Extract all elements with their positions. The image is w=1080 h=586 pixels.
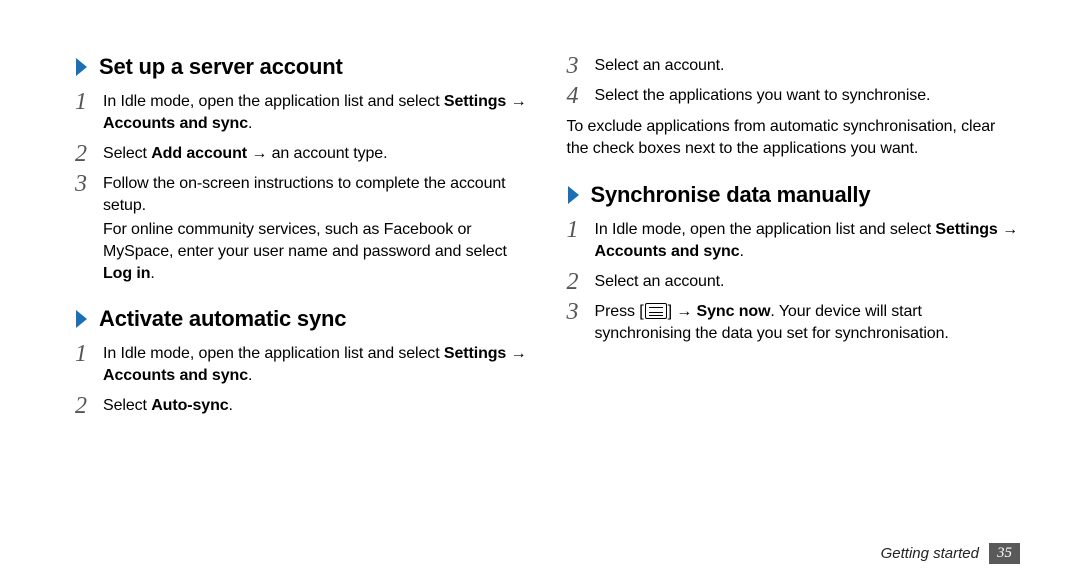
step-body: In Idle mode, open the application list … bbox=[103, 341, 529, 389]
heading-text: Synchronise data manually bbox=[591, 182, 871, 208]
step-number: 3 bbox=[75, 171, 103, 197]
step-number: 3 bbox=[567, 299, 595, 325]
step: 1 In Idle mode, open the application lis… bbox=[75, 89, 529, 137]
step-body: In Idle mode, open the application list … bbox=[595, 217, 1021, 265]
step-body: In Idle mode, open the application list … bbox=[103, 89, 529, 137]
step-number: 2 bbox=[75, 393, 103, 419]
page-footer: Getting started 35 bbox=[881, 543, 1020, 564]
step: 3 Select an account. bbox=[567, 53, 1021, 79]
menu-button-icon bbox=[645, 303, 667, 319]
heading-text: Activate automatic sync bbox=[99, 306, 346, 332]
step-number: 1 bbox=[567, 217, 595, 243]
step-body: Press [] → Sync now. Your device will st… bbox=[595, 299, 1021, 347]
note-text: To exclude applications from automatic s… bbox=[567, 116, 1021, 160]
chevron-icon bbox=[567, 184, 581, 206]
heading-text: Set up a server account bbox=[99, 54, 343, 80]
step-number: 1 bbox=[75, 341, 103, 367]
chevron-icon bbox=[75, 56, 89, 78]
step-body: Select an account. bbox=[595, 53, 725, 79]
page: Set up a server account 1 In Idle mode, … bbox=[0, 0, 1080, 586]
step: 2 Select an account. bbox=[567, 269, 1021, 295]
page-number: 35 bbox=[989, 543, 1020, 564]
chevron-icon bbox=[75, 308, 89, 330]
left-column: Set up a server account 1 In Idle mode, … bbox=[75, 50, 529, 556]
step-number: 3 bbox=[567, 53, 595, 79]
step: 2 Select Add account → an account type. bbox=[75, 141, 529, 167]
footer-section: Getting started bbox=[881, 545, 979, 562]
step-number: 2 bbox=[567, 269, 595, 295]
step: 3 Follow the on-screen instructions to c… bbox=[75, 171, 529, 287]
step-number: 4 bbox=[567, 83, 595, 109]
step: 1 In Idle mode, open the application lis… bbox=[567, 217, 1021, 265]
step-body: Select Add account → an account type. bbox=[103, 141, 387, 167]
heading-sync-manually: Synchronise data manually bbox=[567, 182, 1021, 208]
step-body: Select the applications you want to sync… bbox=[595, 83, 931, 109]
step-body: Follow the on-screen instructions to com… bbox=[103, 171, 529, 287]
step: 1 In Idle mode, open the application lis… bbox=[75, 341, 529, 389]
heading-activate-autosync: Activate automatic sync bbox=[75, 306, 529, 332]
heading-setup-server: Set up a server account bbox=[75, 54, 529, 80]
step: 2 Select Auto-sync. bbox=[75, 393, 529, 419]
step-body: Select Auto-sync. bbox=[103, 393, 233, 419]
step: 4 Select the applications you want to sy… bbox=[567, 83, 1021, 109]
right-column: 3 Select an account. 4 Select the applic… bbox=[567, 50, 1021, 556]
step-number: 1 bbox=[75, 89, 103, 115]
step-number: 2 bbox=[75, 141, 103, 167]
step-body: Select an account. bbox=[595, 269, 725, 295]
step: 3 Press [] → Sync now. Your device will … bbox=[567, 299, 1021, 347]
